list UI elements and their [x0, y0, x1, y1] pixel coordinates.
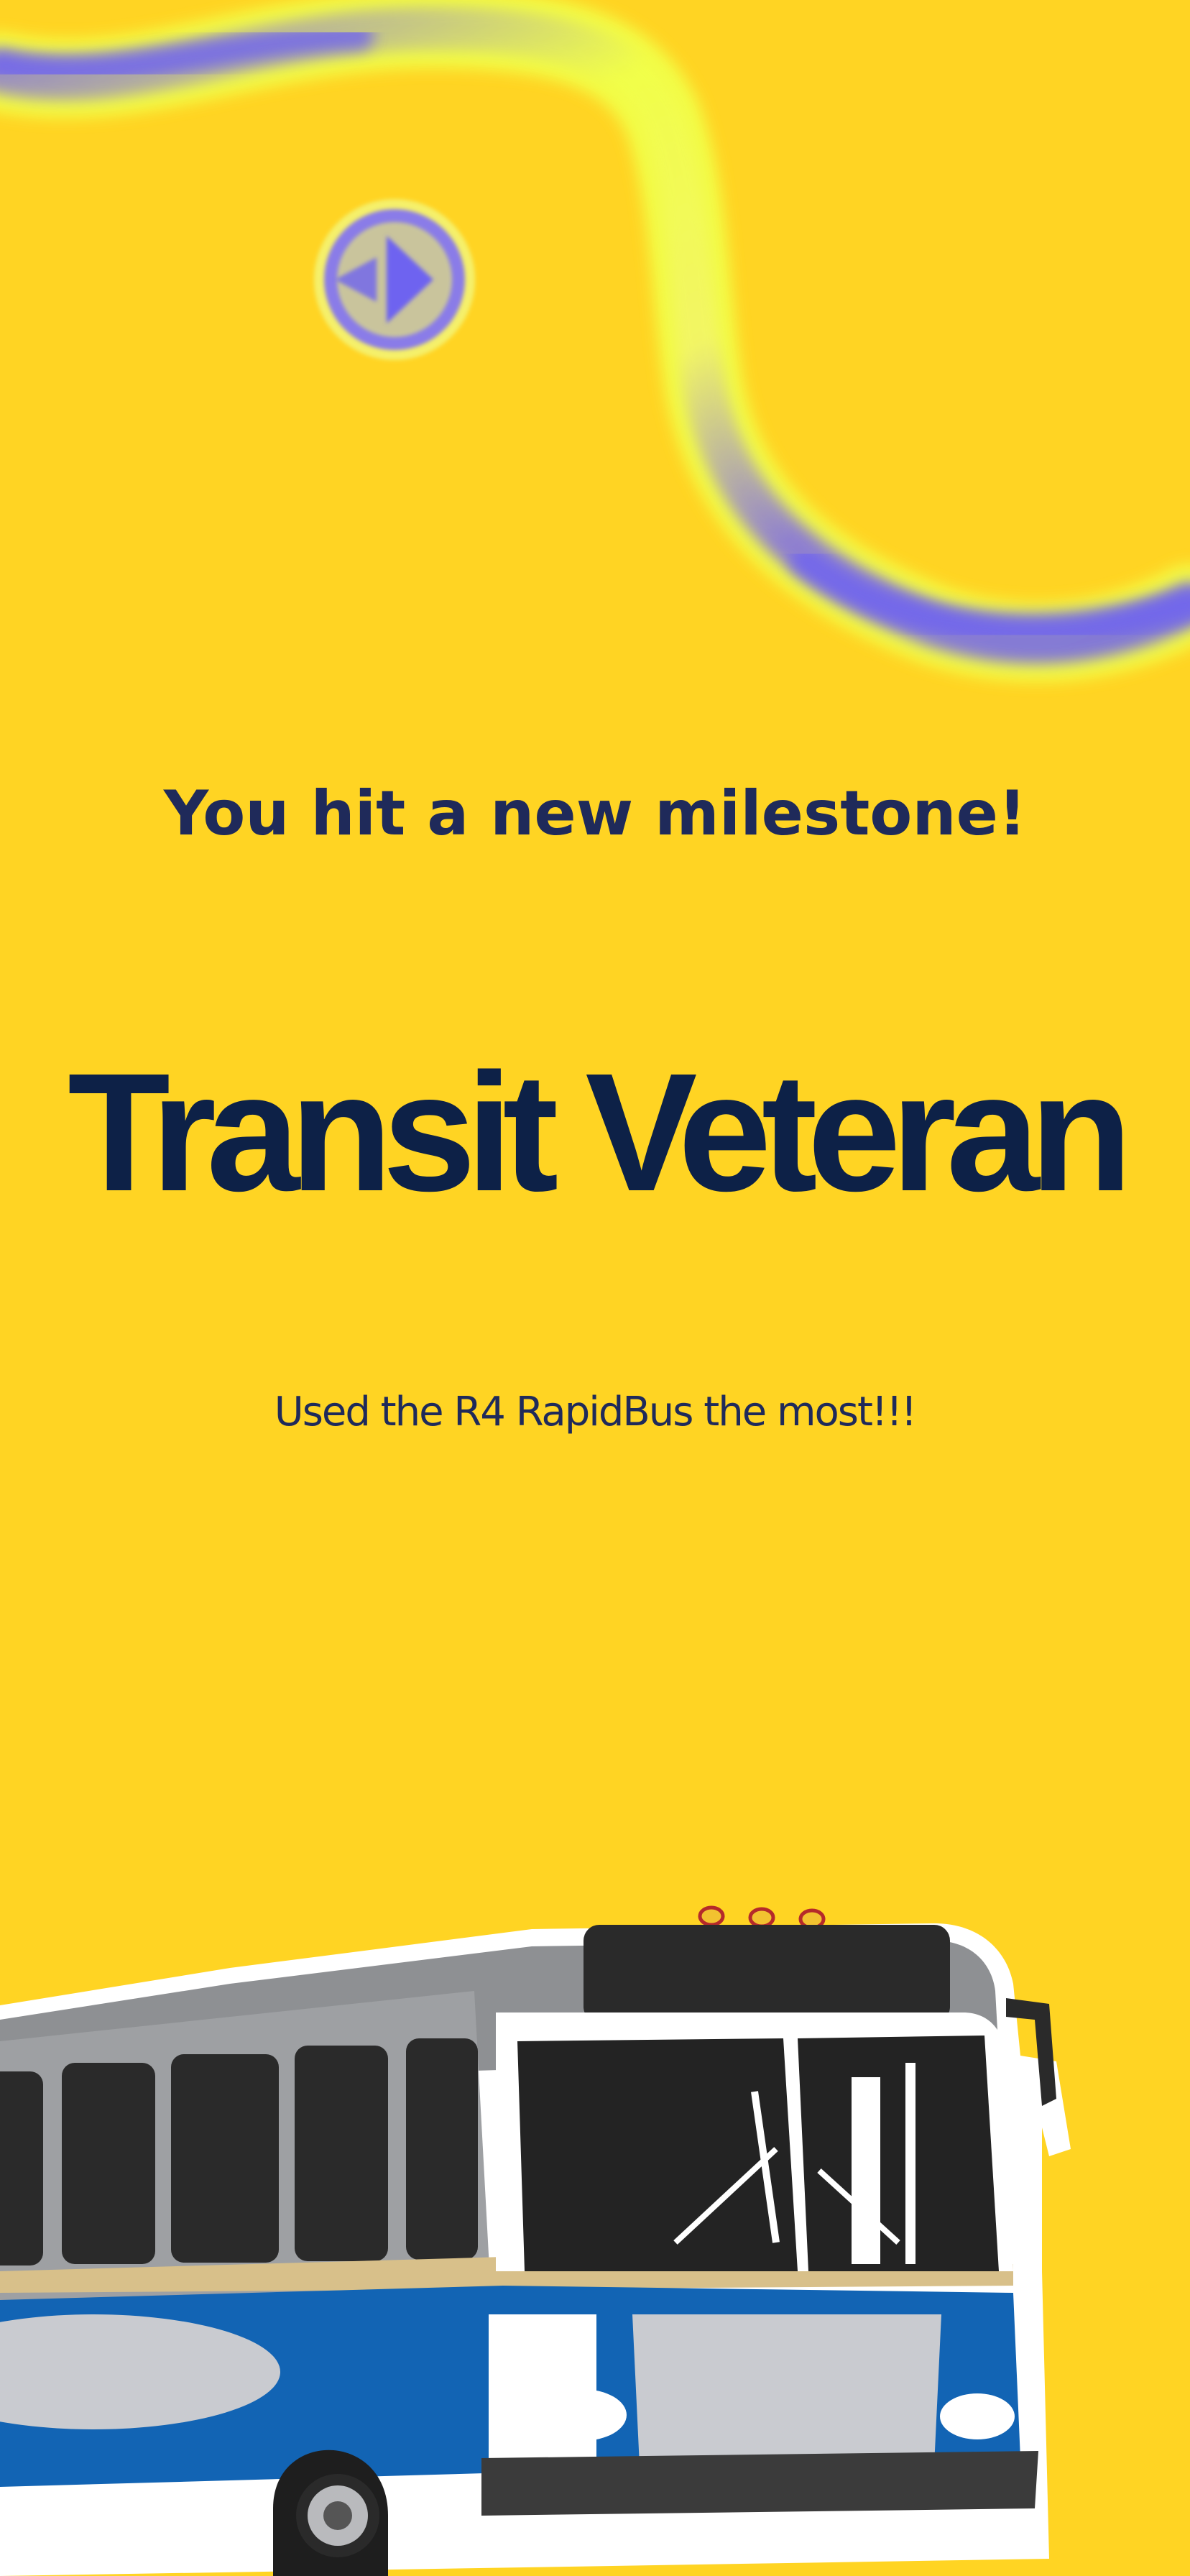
milestone-screen: You hit a new milestone! Transit Veteran…	[0, 0, 1190, 2576]
milestone-title: Transit Veteran	[68, 1038, 1133, 1226]
destination-sign	[584, 1925, 950, 2023]
milestone-caption: Used the R4 RapidBus the most!!!	[274, 1389, 918, 1435]
decorative-ribbon	[0, 0, 1190, 682]
milestone-subtitle: You hit a new milestone!	[163, 778, 1027, 850]
milestone-badge-icon	[314, 199, 475, 360]
bus-illustration	[0, 1905, 1071, 2576]
